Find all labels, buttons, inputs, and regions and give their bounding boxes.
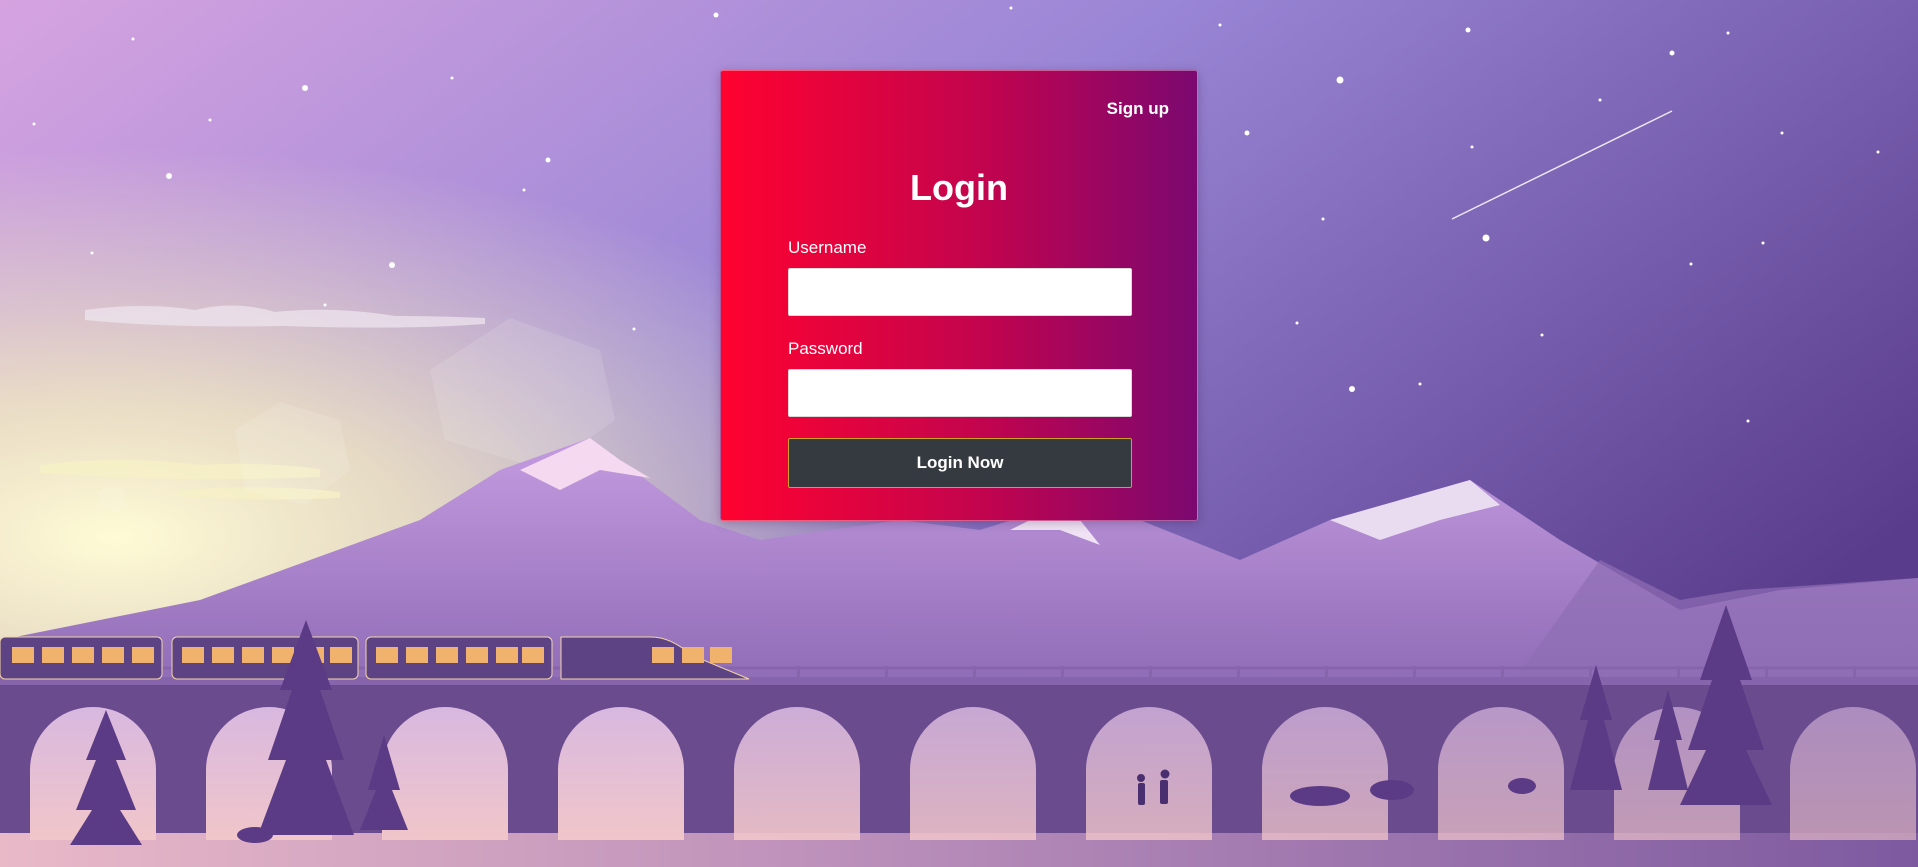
sign-up-link[interactable]: Sign up bbox=[1107, 99, 1169, 119]
login-now-button[interactable]: Login Now bbox=[788, 438, 1132, 488]
password-input[interactable] bbox=[788, 369, 1132, 417]
login-title: Login bbox=[910, 167, 1008, 208]
username-input[interactable] bbox=[788, 268, 1132, 316]
password-label: Password bbox=[788, 339, 863, 358]
username-label: Username bbox=[788, 238, 867, 257]
train bbox=[0, 636, 750, 680]
login-card: Sign up Login Username Password Login No… bbox=[720, 70, 1198, 521]
